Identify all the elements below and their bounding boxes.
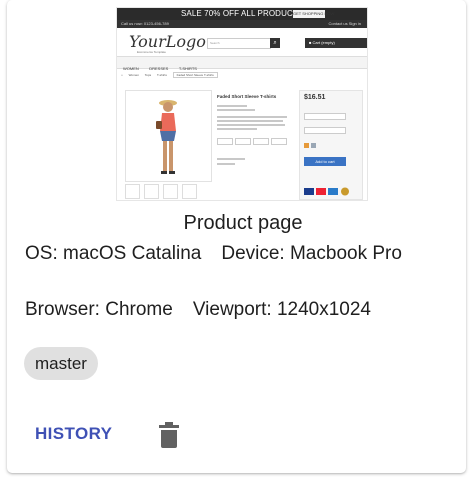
product-title: Faded Short Sleeve T-shirts: [217, 94, 277, 99]
color-swatch: [311, 143, 316, 148]
viewport-label: Viewport: 1240x1024: [192, 299, 371, 320]
promo-banner-text: SALE 70% OFF ALL PRODUCTS: [181, 9, 304, 18]
site-search-input: Search: [207, 38, 271, 49]
trash-icon[interactable]: [159, 422, 179, 448]
site-cart-label: Cart (empty): [312, 40, 335, 45]
breadcrumb-item: Faded Short Sleeve T-shirts: [172, 72, 218, 78]
site-cart: ■ Cart (empty): [305, 38, 367, 48]
product-buy-box: $16.51 Add to cart: [299, 90, 363, 200]
home-icon: ⌂: [121, 73, 123, 77]
promo-banner: SALE 70% OFF ALL PRODUCTS GET SHOPPING N…: [117, 8, 367, 20]
promo-banner-button: GET SHOPPING NOW: [293, 10, 335, 18]
site-nav: WOMEN DRESSES T-SHIRTS: [117, 56, 367, 71]
breadcrumb-item: Tops: [144, 73, 152, 77]
device-label: Device: Macbook Pro: [221, 243, 402, 264]
screenshot-thumbnail[interactable]: SALE 70% OFF ALL PRODUCTS GET SHOPPING N…: [116, 7, 368, 201]
site-topbar: Call us now: 0123-456-789 Contact us Sig…: [117, 20, 367, 28]
add-to-cart-button: Add to cart: [304, 157, 346, 166]
browser-row: Browser: Chrome Viewport: 1240x1024: [25, 299, 371, 321]
site-nav-item: DRESSES: [149, 66, 169, 71]
payment-logos: [304, 183, 354, 196]
color-swatch: [304, 143, 309, 148]
browser-label: Browser: Chrome: [25, 299, 173, 320]
cart-icon: ■: [309, 40, 312, 45]
card-title: Product page: [183, 212, 303, 234]
site-nav-item: WOMEN: [123, 66, 139, 71]
breadcrumb-item: T-shirts: [156, 73, 167, 77]
breadcrumb-item: Women: [128, 73, 139, 77]
build-card: SALE 70% OFF ALL PRODUCTS GET SHOPPING N…: [7, 0, 466, 473]
product-info: Faded Short Sleeve T-shirts: [217, 94, 295, 167]
branch-chip: master: [24, 347, 98, 380]
env-row: OS: macOS Catalina Device: Macbook Pro: [25, 243, 402, 265]
model-figure: [156, 100, 177, 174]
site-logo: YourLogo: [129, 32, 206, 51]
site-nav-item: T-SHIRTS: [178, 66, 197, 71]
site-header-links: Contact us Sign in: [328, 21, 361, 26]
search-icon: ⌕: [270, 38, 280, 48]
product-image: [125, 90, 212, 182]
site-logo-sub: Ecommerce Template: [137, 50, 166, 54]
site-phone: Call us now: 0123-456-789: [121, 21, 169, 26]
product-price: $16.51: [304, 94, 326, 101]
site-breadcrumb: ⌂ Women Tops T-shirts Faded Short Sleeve…: [121, 72, 361, 80]
history-button[interactable]: HISTORY: [35, 424, 112, 444]
os-label: OS: macOS Catalina: [25, 243, 202, 264]
product-thumbnails: [125, 184, 225, 199]
